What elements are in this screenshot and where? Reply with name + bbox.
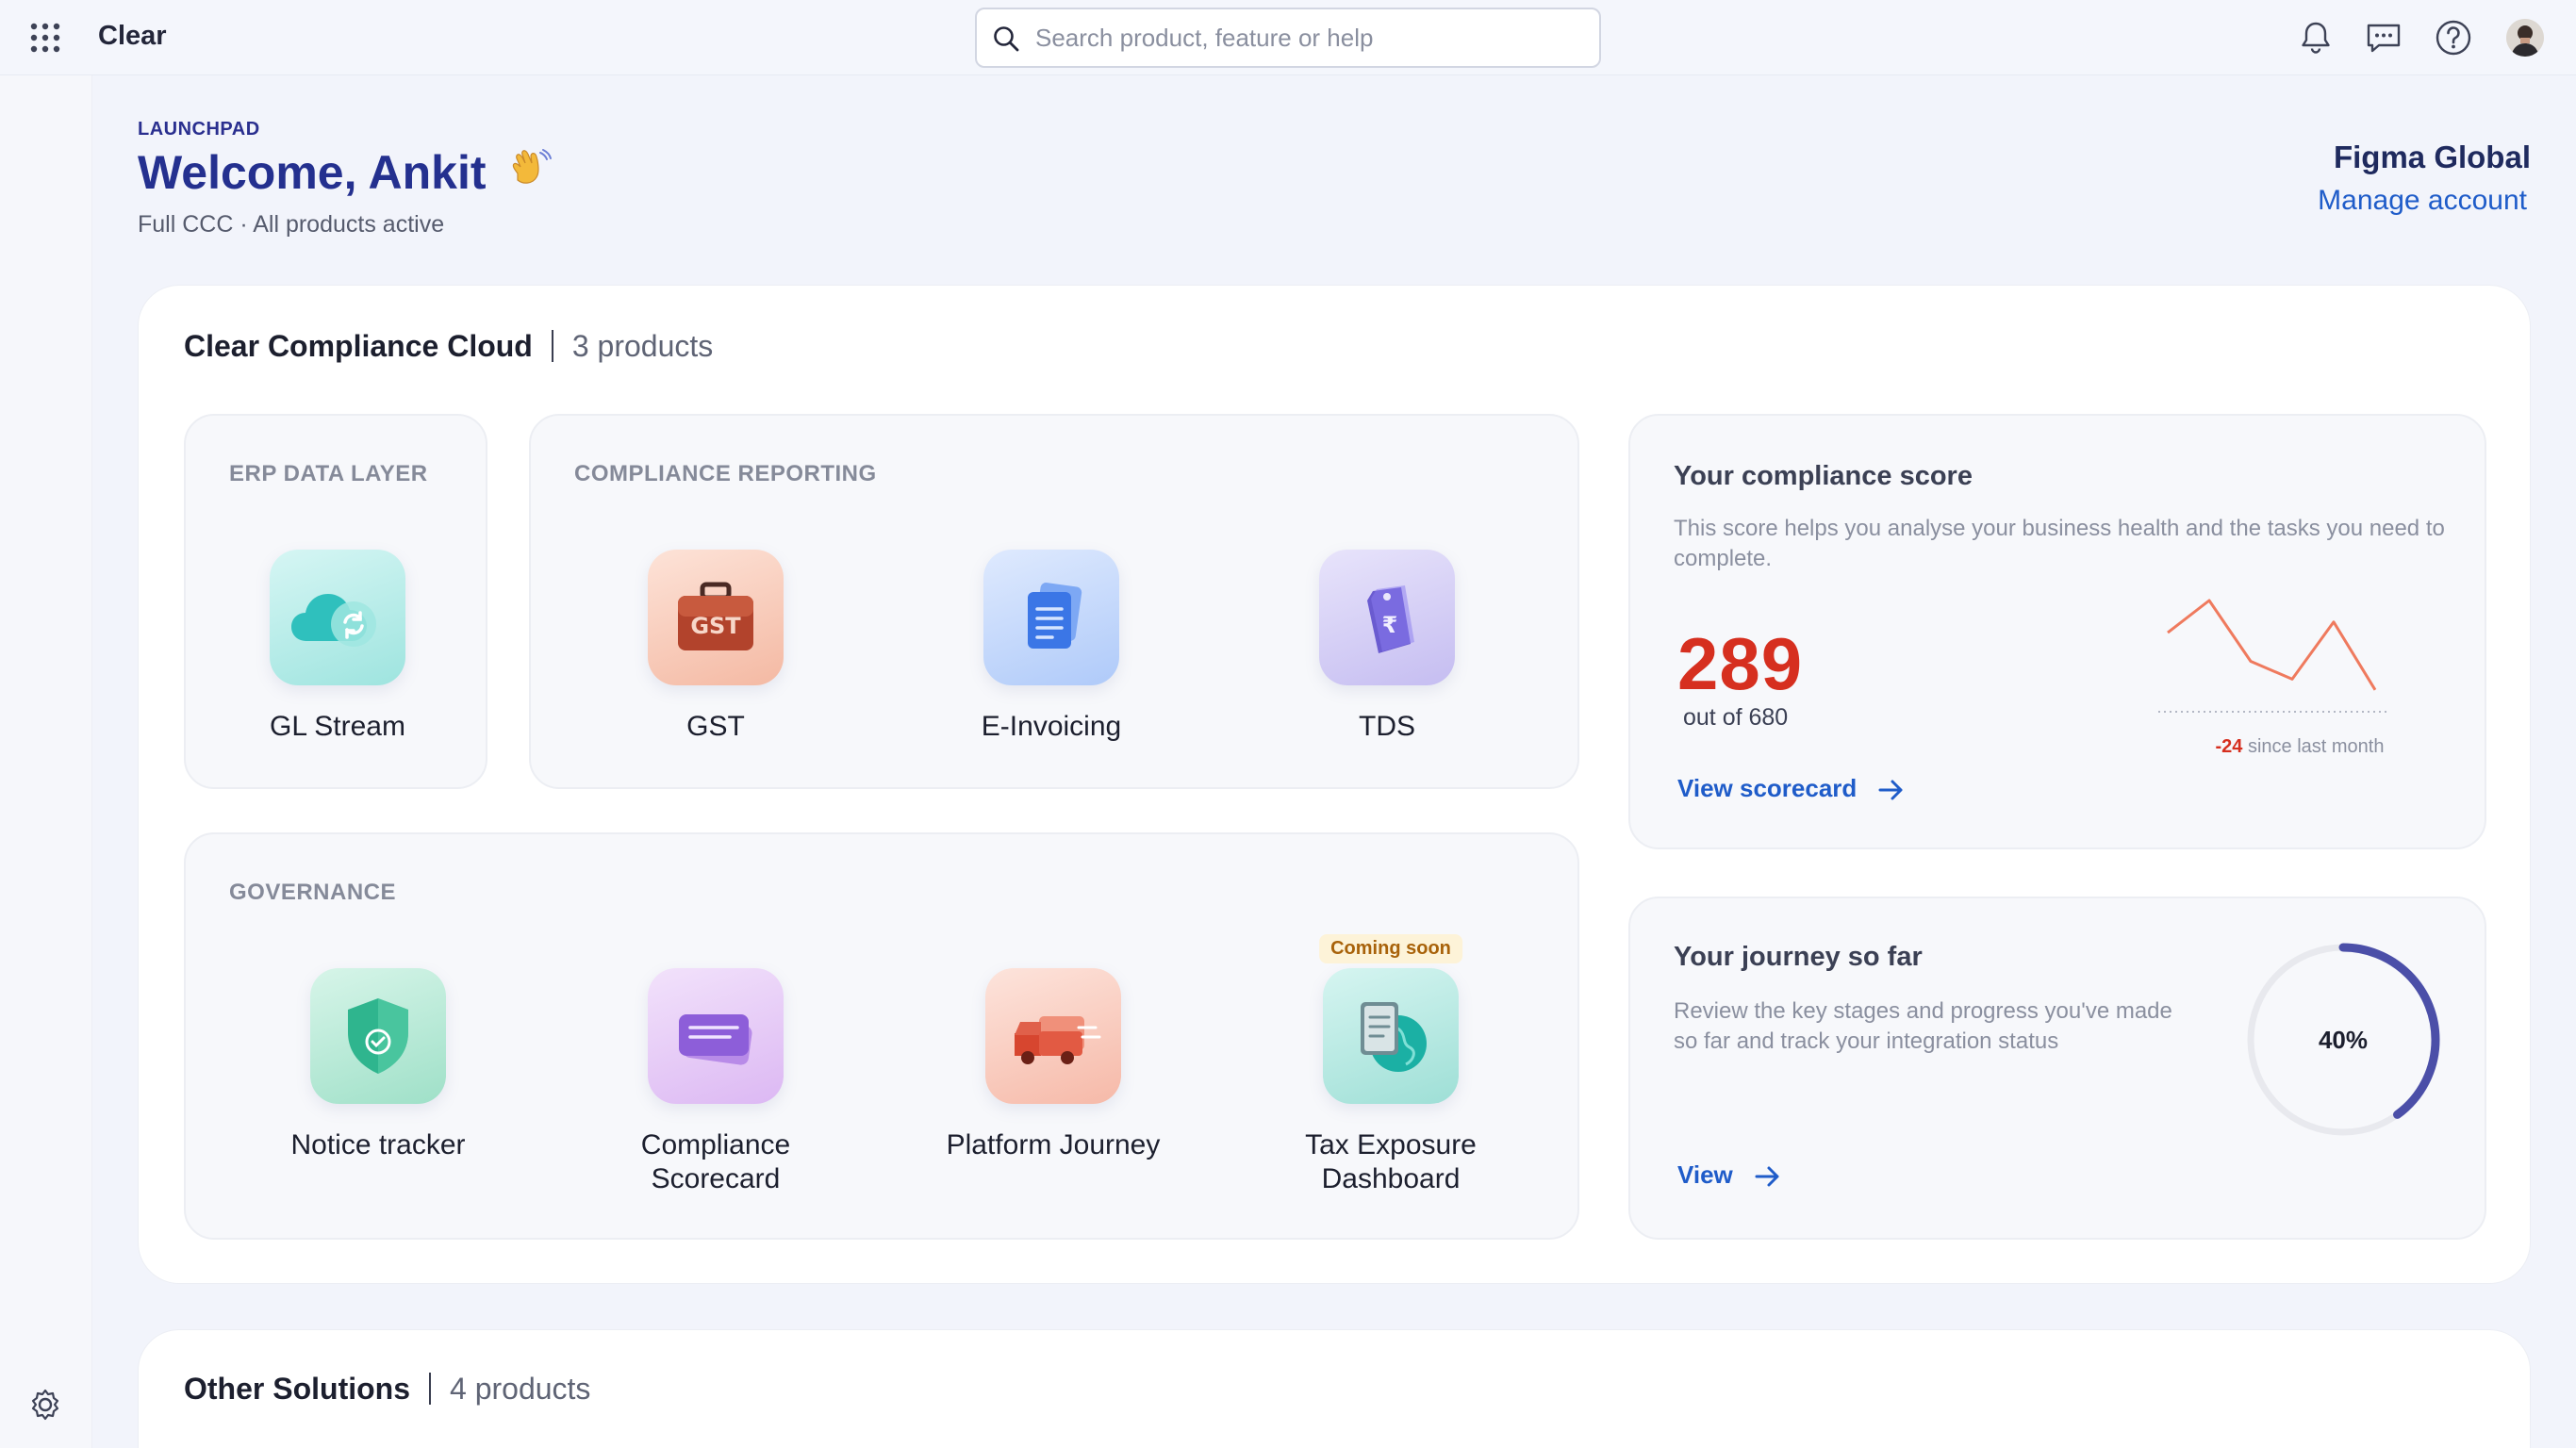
product-notice-tracker[interactable]: Notice tracker: [265, 968, 491, 1162]
plan-status-text: Full CCC · All products active: [138, 211, 445, 238]
product-tds[interactable]: ₹ TDS: [1274, 550, 1500, 744]
help-icon[interactable]: [2433, 17, 2474, 58]
section-title: Clear Compliance Cloud 3 products: [184, 329, 713, 364]
product-platform-journey[interactable]: Platform Journey: [940, 968, 1166, 1162]
product-gl-stream[interactable]: GL Stream: [224, 550, 451, 744]
other-solutions-card: Other Solutions 4 products: [138, 1329, 2531, 1448]
coming-soon-badge: Coming soon: [1319, 934, 1462, 963]
product-name: GL Stream: [270, 711, 405, 742]
score-max-text: out of 680: [1683, 704, 1789, 731]
document-icon: [983, 550, 1119, 685]
link-label: View scorecard: [1677, 774, 1858, 802]
delta-label: since last month: [2247, 736, 2385, 757]
search-icon: [994, 26, 1019, 52]
apps-grid-icon[interactable]: [28, 21, 62, 55]
product-name: Notice tracker: [290, 1129, 466, 1160]
group-label: COMPLIANCE REPORTING: [574, 461, 877, 486]
journey-progress-ring: 40%: [2246, 943, 2440, 1137]
manage-account-link[interactable]: Manage account: [2318, 185, 2527, 217]
arrow-right-icon: [1755, 1166, 1779, 1187]
governance-group: GOVERNANCE Notice tracker Compliance Sco…: [184, 832, 1579, 1240]
product-compliance-scorecard[interactable]: Compliance Scorecard: [603, 968, 829, 1196]
product-name: GST: [686, 711, 745, 742]
user-avatar[interactable]: [2506, 19, 2544, 57]
journey-card: Your journey so far Review the key stage…: [1628, 897, 2486, 1240]
divider: [551, 330, 553, 362]
product-tax-exposure-dashboard[interactable]: Coming soon Tax Exposure Dashboard: [1278, 934, 1504, 1196]
progress-percent: 40%: [2319, 1026, 2368, 1054]
product-name: TDS: [1359, 711, 1415, 742]
left-rail: [0, 75, 92, 1448]
compliance-reporting-group: COMPLIANCE REPORTING GST GST E-Invoicing…: [529, 414, 1579, 789]
link-label: View: [1677, 1160, 1733, 1189]
app-title[interactable]: Clear: [98, 21, 167, 52]
top-bar: Clear: [0, 0, 2576, 75]
divider: [429, 1373, 431, 1405]
product-count: 4 products: [450, 1372, 591, 1406]
card-title: Your journey so far: [1674, 942, 1923, 972]
card-icon: [648, 968, 784, 1104]
welcome-text: Welcome, Ankit: [138, 146, 487, 199]
svg-text:₹: ₹: [1382, 612, 1398, 638]
card-title: Your compliance score: [1674, 461, 1973, 491]
delta-value: -24: [2215, 736, 2243, 757]
search-input[interactable]: [1035, 21, 1582, 55]
section-title-text: Clear Compliance Cloud: [184, 329, 533, 363]
svg-text:GST: GST: [690, 613, 741, 639]
group-label: GOVERNANCE: [229, 880, 397, 905]
product-name: Platform Journey: [946, 1129, 1161, 1160]
section-title: Other Solutions 4 products: [184, 1372, 590, 1407]
arrow-right-icon: [1878, 780, 1903, 800]
chat-icon[interactable]: [2363, 17, 2404, 58]
truck-icon: [985, 968, 1121, 1104]
rupee-tag-icon: ₹: [1319, 550, 1455, 685]
compliance-cloud-card: Clear Compliance Cloud 3 products ERP DAT…: [138, 285, 2531, 1284]
card-description: Review the key stages and progress you'v…: [1674, 998, 2172, 1054]
product-count: 3 products: [571, 329, 714, 363]
trend-line: [2167, 599, 2377, 691]
gst-briefcase-icon: GST: [648, 550, 784, 685]
search-box[interactable]: [975, 8, 1601, 68]
view-scorecard-link[interactable]: View scorecard: [1677, 774, 1906, 803]
compliance-score-value: 289: [1677, 622, 1804, 705]
cloud-sync-icon: [270, 550, 405, 685]
product-name: Compliance Scorecard: [640, 1129, 791, 1194]
product-gst[interactable]: GST GST: [603, 550, 829, 744]
group-label: ERP DATA LAYER: [229, 461, 428, 486]
section-title-text: Other Solutions: [184, 1372, 410, 1406]
settings-gear-icon[interactable]: [26, 1386, 64, 1423]
page-eyebrow: LAUNCHPAD: [138, 119, 260, 140]
card-description: This score helps you analyse your busine…: [1674, 516, 2445, 571]
product-name: E-Invoicing: [981, 711, 1122, 742]
view-journey-link[interactable]: View: [1677, 1160, 1782, 1190]
welcome-heading: Welcome, Ankit: [138, 145, 553, 200]
account-name: Figma Global: [2333, 140, 2531, 174]
erp-data-layer-group: ERP DATA LAYER GL Stream: [184, 414, 487, 789]
score-trend-sparkline: [2158, 599, 2388, 713]
shield-check-icon: [310, 968, 446, 1104]
bell-icon[interactable]: [2295, 17, 2337, 58]
globe-document-icon: [1323, 968, 1459, 1104]
product-e-invoicing[interactable]: E-Invoicing: [938, 550, 1164, 744]
compliance-score-card: Your compliance score This score helps y…: [1628, 414, 2486, 849]
product-name: Tax Exposure Dashboard: [1305, 1129, 1477, 1194]
waving-hand-icon: [513, 149, 553, 184]
score-delta: -24 since last month: [2177, 736, 2422, 758]
